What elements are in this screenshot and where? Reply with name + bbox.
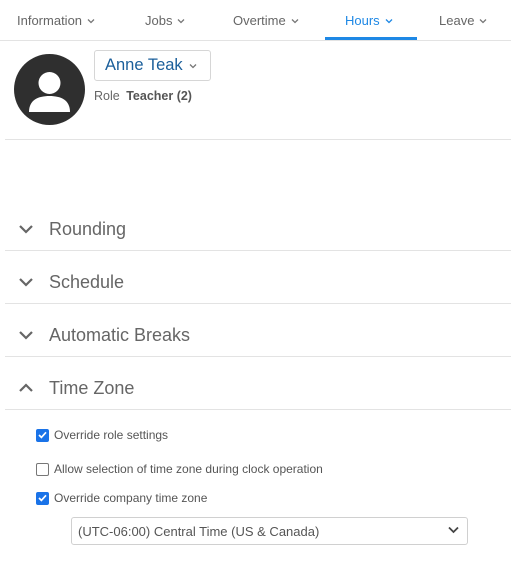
section-rounding[interactable]: Rounding [0, 203, 511, 255]
override-company-time-zone-row: Override company time zone [36, 491, 207, 505]
time-zone-selected-value: (UTC-06:00) Central Time (US & Canada) [78, 523, 320, 539]
allow-time-zone-selection-label: Allow selection of time zone during cloc… [54, 462, 323, 476]
chevron-up-icon [18, 383, 34, 393]
section-title: Automatic Breaks [49, 324, 191, 345]
chevron-down-icon [479, 18, 487, 24]
override-company-time-zone-checkbox[interactable] [36, 491, 49, 505]
active-tab-indicator [325, 37, 417, 40]
section-schedule[interactable]: Schedule [0, 256, 511, 308]
divider [5, 250, 511, 251]
allow-time-zone-selection-checkbox[interactable] [36, 462, 49, 476]
tab-bar: Information Jobs Overtime Hours Leave [0, 0, 511, 41]
role-line: Role Teacher (2) [94, 89, 192, 103]
role-value: Teacher (2) [126, 89, 192, 103]
section-automatic-breaks[interactable]: Automatic Breaks [0, 309, 511, 361]
override-role-settings-label: Override role settings [54, 428, 169, 442]
tab-jobs[interactable]: Jobs [145, 0, 185, 41]
tab-information[interactable]: Information [17, 0, 95, 41]
tab-label: Leave [439, 13, 475, 28]
section-title: Schedule [49, 271, 125, 292]
chevron-down-icon [385, 18, 393, 24]
chevron-down-icon [189, 63, 197, 69]
chevron-down-icon [18, 224, 34, 234]
section-time-zone[interactable]: Time Zone [0, 362, 511, 414]
divider [5, 356, 511, 357]
override-company-time-zone-label: Override company time zone [54, 491, 208, 505]
tab-overtime[interactable]: Overtime [233, 0, 299, 41]
tab-hours[interactable]: Hours [345, 0, 393, 41]
chevron-down-icon [291, 18, 299, 24]
checkmark-icon [38, 494, 47, 502]
chevron-down-icon [177, 18, 185, 24]
employee-name-dropdown[interactable]: Anne Teak [94, 50, 211, 81]
employee-name: Anne Teak [105, 56, 183, 74]
tab-label: Jobs [145, 13, 173, 28]
allow-selection-row: Allow selection of time zone during cloc… [36, 462, 323, 476]
user-avatar-icon [14, 54, 85, 125]
divider [5, 303, 511, 304]
section-title: Time Zone [49, 377, 135, 398]
chevron-down-icon [18, 330, 34, 340]
chevron-down-icon [448, 526, 459, 534]
role-label: Role [94, 89, 120, 103]
chevron-down-icon [18, 277, 34, 287]
tab-label: Overtime [233, 13, 286, 28]
chevron-down-icon [87, 18, 95, 24]
divider [5, 409, 511, 410]
divider [5, 139, 511, 140]
override-role-settings-row: Override role settings [36, 428, 168, 442]
tab-label: Information [17, 13, 83, 28]
override-role-settings-checkbox[interactable] [36, 428, 49, 442]
section-title: Rounding [49, 218, 127, 239]
checkmark-icon [38, 431, 47, 439]
time-zone-select[interactable]: (UTC-06:00) Central Time (US & Canada) [71, 517, 468, 545]
tab-leave[interactable]: Leave [439, 0, 487, 41]
tab-label: Hours [345, 13, 380, 28]
